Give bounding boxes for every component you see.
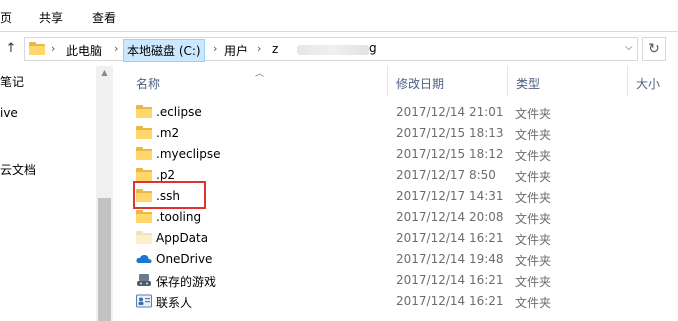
- sort-ascending-icon: ︿: [255, 69, 265, 79]
- file-row[interactable]: .eclipse 2017/12/14 21:01 文件夹: [114, 102, 678, 123]
- nav-item-cloud-docs[interactable]: 云文档: [0, 161, 36, 178]
- nav-scrollbar[interactable]: ▲: [96, 66, 113, 321]
- saved-games-icon: [136, 273, 152, 287]
- chevron-down-icon[interactable]: ⌵: [625, 42, 633, 53]
- scrollbar-thumb[interactable]: [98, 198, 111, 321]
- file-name: .eclipse: [156, 105, 202, 119]
- chevron-right-icon[interactable]: ›: [257, 42, 261, 55]
- scroll-up-icon[interactable]: ▲: [96, 68, 113, 77]
- folder-icon: [29, 42, 45, 55]
- address-row: ↑ › 此电脑 › 本地磁盘 (C:) › 用户 › z g ⌵ ↻: [0, 32, 678, 66]
- folder-icon: [136, 210, 152, 224]
- ribbon-tabs: 页 共享 查看: [0, 0, 678, 32]
- file-type: 文件夹: [515, 233, 552, 247]
- onedrive-icon: [136, 252, 152, 266]
- breadcrumb-user-prefix[interactable]: z: [269, 41, 281, 57]
- folder-icon: [136, 126, 152, 140]
- chevron-right-icon[interactable]: ›: [51, 42, 55, 55]
- file-row[interactable]: 保存的游戏 2017/12/14 16:21 文件夹: [114, 270, 678, 291]
- folder-icon: [136, 168, 152, 182]
- navigation-pane: 笔记 ive 云文档 ▲: [0, 66, 114, 321]
- file-row[interactable]: .m2 2017/12/15 18:13 文件夹: [114, 123, 678, 144]
- file-modified: 2017/12/17 14:31: [396, 189, 504, 203]
- breadcrumb-local-disk[interactable]: 本地磁盘 (C:): [123, 39, 205, 62]
- file-type: 文件夹: [515, 191, 552, 205]
- nav-item-onedrive[interactable]: ive: [0, 106, 18, 120]
- chevron-right-icon[interactable]: ›: [114, 42, 118, 55]
- file-name: 保存的游戏: [156, 275, 217, 289]
- file-modified: 2017/12/14 16:21: [396, 294, 504, 308]
- file-row[interactable]: AppData 2017/12/14 16:21 文件夹: [114, 228, 678, 249]
- file-name: .m2: [156, 126, 180, 140]
- file-type: 文件夹: [515, 107, 552, 121]
- file-type: 文件夹: [515, 149, 552, 163]
- file-list: .eclipse 2017/12/14 21:01 文件夹 .m2 2017/1…: [114, 100, 678, 321]
- file-name: 联系人: [156, 296, 193, 310]
- file-type: 文件夹: [515, 296, 552, 310]
- column-divider[interactable]: [507, 66, 508, 96]
- tab-share[interactable]: 共享: [39, 9, 63, 26]
- tab-home[interactable]: 页: [0, 9, 12, 26]
- file-name: AppData: [156, 231, 209, 245]
- file-type: 文件夹: [515, 212, 552, 226]
- redacted-username: [297, 45, 369, 55]
- file-name: .tooling: [156, 210, 202, 224]
- file-type: 文件夹: [515, 128, 552, 142]
- column-divider[interactable]: [627, 66, 628, 96]
- file-modified: 2017/12/14 19:48: [396, 252, 504, 266]
- file-type: 文件夹: [515, 254, 552, 268]
- breadcrumb-this-pc[interactable]: 此电脑: [63, 41, 105, 60]
- chevron-right-icon[interactable]: ›: [213, 42, 217, 55]
- file-modified: 2017/12/14 21:01: [396, 105, 504, 119]
- contacts-icon: [136, 294, 152, 308]
- file-modified: 2017/12/14 16:21: [396, 273, 504, 287]
- folder-pale-icon: [136, 231, 152, 245]
- column-divider[interactable]: [387, 66, 388, 96]
- breadcrumb-users[interactable]: 用户: [221, 41, 251, 60]
- refresh-icon[interactable]: ↻: [642, 37, 666, 61]
- folder-icon: [136, 147, 152, 161]
- folder-icon: [136, 105, 152, 119]
- file-modified: 2017/12/15 18:13: [396, 126, 504, 140]
- file-type: 文件夹: [515, 170, 552, 184]
- file-row[interactable]: 联系人 2017/12/14 16:21 文件夹: [114, 291, 678, 312]
- tab-view[interactable]: 查看: [92, 9, 116, 26]
- file-modified: 2017/12/17 8:50: [396, 168, 496, 182]
- file-row[interactable]: .tooling 2017/12/14 20:08 文件夹: [114, 207, 678, 228]
- file-modified: 2017/12/14 16:21: [396, 231, 504, 245]
- file-name: OneDrive: [156, 252, 213, 266]
- address-bar[interactable]: › 此电脑 › 本地磁盘 (C:) › 用户 › z g ⌵: [24, 37, 638, 62]
- file-type: 文件夹: [515, 275, 552, 289]
- annotation-highlight-box: [133, 181, 206, 209]
- file-row[interactable]: OneDrive 2017/12/14 19:48 文件夹: [114, 249, 678, 270]
- file-name: .p2: [156, 168, 176, 182]
- file-modified: 2017/12/15 18:12: [396, 147, 504, 161]
- file-modified: 2017/12/14 20:08: [396, 210, 504, 224]
- breadcrumb-user-suffix[interactable]: g: [369, 41, 377, 55]
- file-row[interactable]: .myeclipse 2017/12/15 18:12 文件夹: [114, 144, 678, 165]
- up-arrow-icon[interactable]: ↑: [4, 41, 18, 57]
- file-name: .myeclipse: [156, 147, 221, 161]
- nav-item-notes[interactable]: 笔记: [0, 73, 24, 90]
